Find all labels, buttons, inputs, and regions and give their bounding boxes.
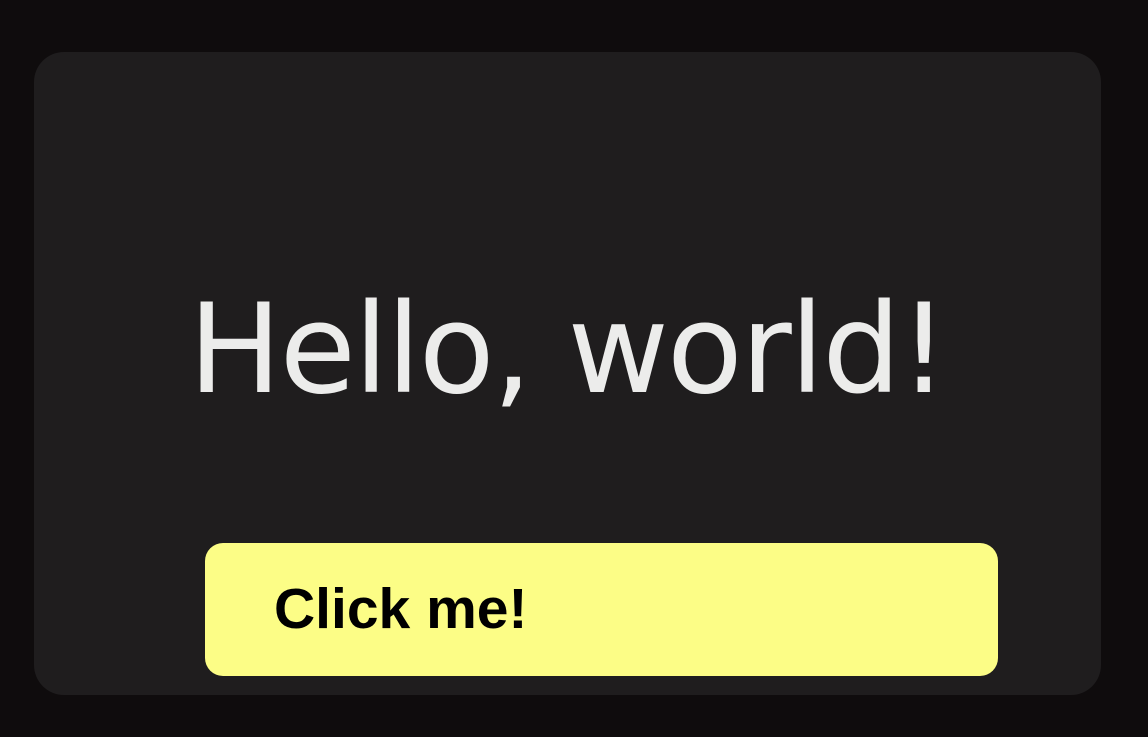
hello-heading: Hello, world! xyxy=(188,278,948,422)
click-me-button[interactable]: Click me! xyxy=(205,543,998,676)
main-card: Hello, world! Click me! xyxy=(34,52,1101,695)
